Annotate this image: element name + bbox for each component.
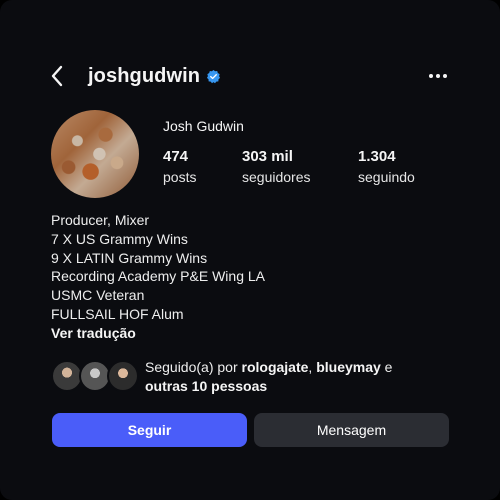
posts-count: 474: [163, 148, 189, 165]
followers-count: 303 mil: [242, 148, 293, 165]
followed-by[interactable]: Seguido(a) por rologajate, blueymay e out…: [51, 358, 451, 394]
posts-label: posts: [163, 169, 197, 185]
back-button[interactable]: [50, 60, 78, 92]
stat-following[interactable]: 1.304 seguindo: [358, 148, 415, 186]
profile-screen: joshgudwin Josh Gudwin 474 posts 303 mil: [0, 0, 500, 500]
username: joshgudwin: [88, 64, 201, 87]
profile-actions: Seguir Mensagem: [52, 413, 449, 447]
stat-posts[interactable]: 474 posts: [163, 148, 242, 186]
follower-avatars: [51, 358, 143, 392]
follower-name-1: rologajate: [241, 359, 309, 375]
following-label: seguindo: [358, 169, 415, 185]
more-options-button[interactable]: [426, 64, 450, 88]
profile-stats: 474 posts 303 mil seguidores 1.304 segui…: [163, 148, 415, 186]
following-count: 1.304: [358, 148, 396, 165]
bio-line: USMC Veteran: [51, 287, 145, 304]
followed-prefix: Seguido(a) por: [145, 359, 242, 375]
followed-others: outras 10 pessoas: [145, 377, 268, 394]
more-horizontal-icon: [429, 74, 447, 78]
bio-line: Producer, Mixer: [51, 212, 150, 228]
follow-button[interactable]: Seguir: [52, 413, 247, 447]
message-button[interactable]: Mensagem: [254, 413, 449, 447]
chevron-left-icon: [51, 65, 63, 87]
stat-followers[interactable]: 303 mil seguidores: [242, 148, 358, 186]
profile-avatar[interactable]: [51, 110, 139, 198]
followed-conjunction: e: [380, 359, 393, 375]
bio-line: 7 X US Grammy Wins: [51, 230, 188, 247]
followers-label: seguidores: [242, 169, 311, 185]
profile-bio: Producer, Mixer 7 X US Grammy Wins 9 X L…: [51, 211, 265, 343]
display-name: Josh Gudwin: [163, 118, 244, 134]
bio-line: Recording Academy P&E Wing LA: [51, 268, 265, 285]
verified-badge-icon: [206, 69, 221, 84]
follower-name-2: blueymay: [316, 359, 381, 375]
bio-line: 9 X LATIN Grammy Wins: [51, 249, 208, 266]
username-wrap: joshgudwin: [88, 65, 221, 88]
follower-avatar: [107, 360, 139, 392]
see-translation-link[interactable]: Ver tradução: [51, 324, 265, 343]
followed-by-text: Seguido(a) por rologajate, blueymay e out…: [145, 358, 392, 395]
bio-line: FULLSAIL HOF Alum: [51, 305, 184, 322]
profile-header: joshgudwin: [50, 60, 450, 92]
